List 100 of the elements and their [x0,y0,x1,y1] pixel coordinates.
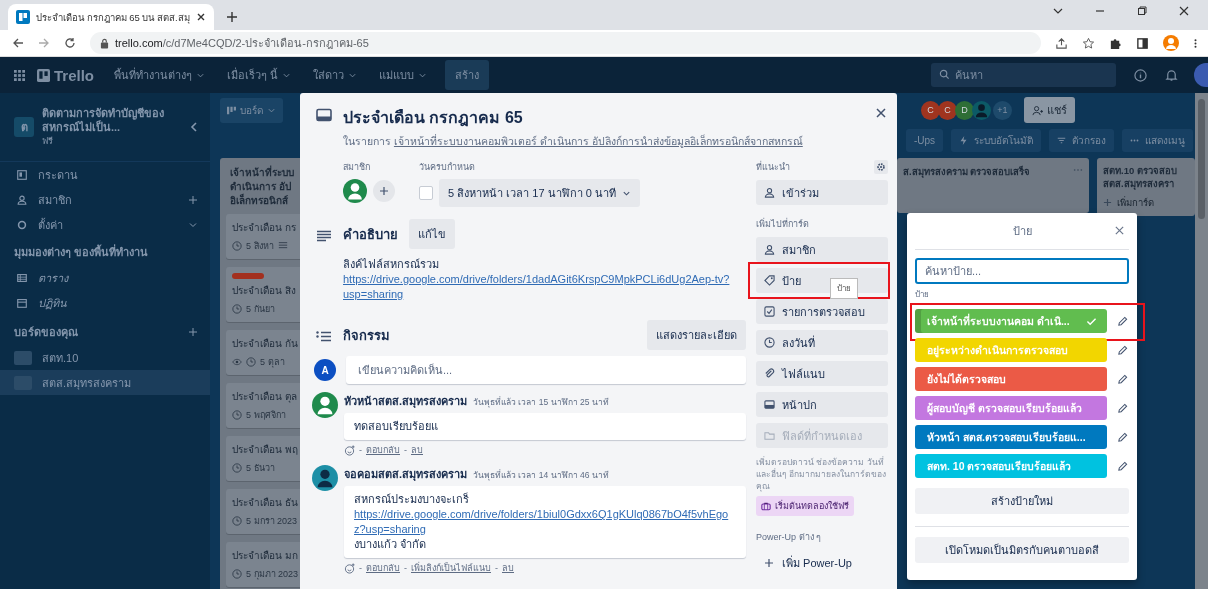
section-label: ป้าย [915,290,930,300]
browser-tab[interactable]: ประจำเดือน กรกฎาคม 65 บน สตส.สมุ [8,4,214,30]
card-action-button[interactable]: ลงวันที่ [756,330,888,355]
toolbar-button[interactable]: -Ups [905,129,943,152]
sidebar-item[interactable]: กระดาน [0,162,210,187]
add-card-button[interactable]: เพิ่มการ์ด [1103,195,1189,210]
trial-badge[interactable]: เริ่มต้นทดลองใช้ฟรี [756,496,854,516]
view-button[interactable]: บอร์ด [220,97,283,123]
settings-icon[interactable] [874,160,888,174]
sidebar-board[interactable]: สตส.สมุทรสงคราม [0,370,210,395]
sidebar-item[interactable]: ปฏิทิน [0,290,210,315]
separator: - [404,445,407,455]
user-avatar-icon[interactable] [1194,63,1208,87]
search-field[interactable]: ค้นหา [931,63,1116,87]
drive-link[interactable]: https://drive.google.com/drive/folders/1biul0Gdxx6Q1gKUlq0867bO4f5vhEgoz?usp=sharing [354,507,736,537]
comment-text: งบางแก้ว จำกัด [354,538,427,550]
join-button[interactable]: เข้าร่วม [756,180,888,205]
label-chip[interactable]: หัวหน้า สตส.ตรวจสอบเรียบร้อยแ... [915,425,1107,449]
pencil-icon[interactable] [1117,460,1128,472]
show-details-button[interactable]: แสดงรายละเอียด [647,320,746,350]
member-avatar[interactable]: C [938,100,957,120]
new-tab-icon[interactable] [225,11,238,23]
comment-action-link[interactable]: ลบ [502,561,514,575]
label-chip[interactable]: ผู้สอบบัญชี ตรวจสอบเรียบร้อยแล้ว [915,396,1107,420]
user-avatar-icon[interactable] [343,179,367,203]
restore-icon[interactable] [1136,4,1148,17]
add-power-up-button[interactable]: เพิ่ม Power-Up [756,544,888,572]
card-action-button[interactable]: รายการตรวจสอบ [756,299,888,324]
toolbar-button[interactable]: ตัวกรอง [1049,129,1114,152]
comment-action-link[interactable]: ตอบกลับ [366,561,400,575]
bell-icon[interactable] [1165,68,1178,82]
card-action-button[interactable]: ไฟล์แนบ [756,361,888,386]
sidebar-item[interactable]: ตั้งค่า [0,212,210,237]
collapse-icon[interactable] [190,121,198,133]
due-checkbox[interactable] [419,186,433,200]
kebab-menu-icon[interactable] [1193,36,1198,50]
add-icon[interactable] [188,194,198,205]
sidebar-item[interactable]: ตาราง [0,265,210,290]
pencil-icon[interactable] [1117,344,1128,356]
close-icon[interactable] [875,107,887,119]
card-title: ประจำเดือน กร [232,221,297,235]
side-panel-icon[interactable] [1136,36,1149,50]
drive-link[interactable]: https://drive.google.com/drive/folders/1dadAGit6KrspC9MpkPCLi6dUg2Aep-tv?usp=sharing [343,272,732,302]
member-avatar[interactable]: D [955,100,974,120]
comment-time[interactable]: วันพุธที่แล้ว เวลา 14 นาฬิกา 46 นาที [473,468,609,482]
puzzle-icon[interactable] [1109,36,1122,50]
separator: - [359,563,362,573]
pencil-icon[interactable] [1117,402,1128,414]
add-icon[interactable] [188,327,198,337]
emoji-icon[interactable] [344,444,355,456]
card-action-button[interactable]: สมาชิก [756,237,888,262]
create-button[interactable]: สร้าง [445,60,490,90]
toolbar-button[interactable]: แสดงเมนู [1122,129,1193,152]
add-member-button[interactable] [373,180,395,202]
address-field[interactable]: trello.com/c/d7Me4CQD/2-ประจำเดือน-กรกฎาคม-65 [90,32,1041,54]
info-icon[interactable] [1134,68,1147,82]
back-arrow-icon[interactable] [12,37,24,49]
scrollbar[interactable] [1195,93,1208,589]
header-menu[interactable]: พื้นที่ทำงานต่างๆ [106,62,213,88]
header-menu[interactable]: เมื่อเร็วๆ นี้ [219,62,300,88]
toolbar-button[interactable]: ระบบอัตโนมัติ [951,129,1041,152]
emoji-icon[interactable] [344,562,355,574]
paperclip-icon [764,368,775,379]
workspace-name[interactable]: ติดตามการจัดทำบัญชีของสหกรณ์ไม่เป็น... [42,106,166,134]
share-icon[interactable] [1055,36,1068,50]
comment-action-link[interactable]: ตอบกลับ [366,443,400,457]
comment-time[interactable]: วันพุธที่แล้ว เวลา 15 นาฬิกา 25 นาที [473,395,609,409]
more-members-badge[interactable]: +1 [993,100,1012,120]
comment-action-link[interactable]: เพิ่มลิงก์เป็นไฟล์แนบ [411,561,491,575]
profile-avatar-icon[interactable] [1163,35,1179,51]
header-menu[interactable]: ใส่ดาว [305,62,366,88]
colorblind-mode-button[interactable]: เปิดโหมดเป็นมิตรกับคนตาบอดสี [915,537,1129,563]
comment-author[interactable]: หัวหน้าสตส.สมุทรสงคราม [344,392,468,410]
sidebar-item[interactable]: สมาชิก [0,187,210,212]
due-date-button[interactable]: 5 สิงหาหน้า เวลา 17 นาฬิกา 0 นาที [439,179,640,207]
close-icon[interactable] [1178,4,1190,17]
close-icon[interactable] [195,12,206,22]
comment-author[interactable]: จอคอมสตส.สมุทรสงคราม [344,465,468,483]
member-avatar[interactable]: C [921,100,940,120]
comment-action-link[interactable]: ลบ [411,443,423,457]
card-title[interactable]: ประจำเดือน กรกฎาคม 65 [343,105,803,130]
star-icon[interactable] [1082,36,1095,50]
edit-button[interactable]: แก้ไข [409,219,455,249]
label-search-field[interactable]: ค้นหาป้าย... [915,258,1129,284]
header-menu[interactable]: แม่แบบ [371,62,436,88]
card-action-button[interactable]: หน้าปก [756,392,888,417]
comment-field[interactable]: เขียนความคิดเห็น... [346,356,746,384]
sidebar-board[interactable]: สตท.10 [0,345,210,370]
card-title: ประจำเดือน กัน [232,337,299,351]
pencil-icon[interactable] [1117,315,1128,327]
app-grid-icon[interactable] [14,69,25,81]
pencil-icon[interactable] [1117,373,1128,385]
pencil-icon[interactable] [1117,431,1128,443]
reload-icon[interactable] [64,37,76,49]
share-button[interactable]: แชร์ [1024,97,1075,123]
create-label-button[interactable]: สร้างป้ายใหม่ [915,488,1129,514]
trello-logo[interactable]: Trello [37,66,94,84]
list-link[interactable]: เจ้าหน้าที่ระบบงานคอมพิวเตอร์ ดำเนินการ อัปลิงก์การนำส่งข้อมูลอิเล็กทรอนิกส์จากสหกรณ์ [393,135,803,147]
workspace-avatar: ต [14,117,34,137]
label-chip[interactable]: ยังไม่ได้ตรวจสอบ [915,367,1107,391]
